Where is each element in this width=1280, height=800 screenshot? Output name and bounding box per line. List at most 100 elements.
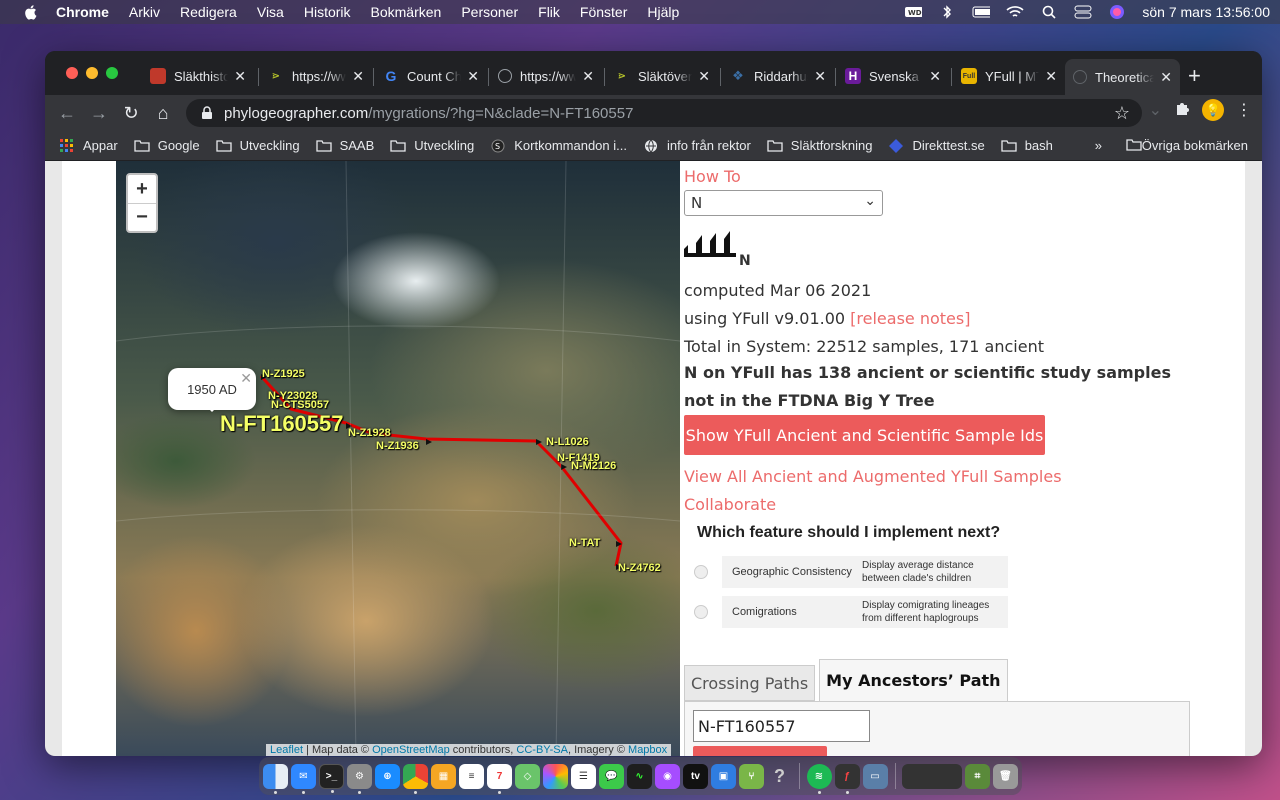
tab-yfull-mtree[interactable]: Full YFull | MTree ✕ xyxy=(953,61,1065,91)
menu-personer[interactable]: Personer xyxy=(461,4,518,20)
submit-clade-button[interactable] xyxy=(693,746,827,756)
tab-https-1[interactable]: ⋗ https://www ✕ xyxy=(260,61,372,91)
clade-label[interactable]: N-L1026 xyxy=(546,436,589,448)
clade-label[interactable]: N-M2126 xyxy=(571,460,616,472)
menu-app-name[interactable]: Chrome xyxy=(56,4,109,20)
openstreetmap-link[interactable]: OpenStreetMap xyxy=(372,744,450,756)
address-bar[interactable]: phylogeographer.com/mygrations/?hg=N&cla… xyxy=(186,99,1142,127)
screen-sharing-icon[interactable]: ▭ xyxy=(862,763,888,789)
finder-icon[interactable] xyxy=(263,763,288,794)
tab-slaktoversikt[interactable]: ⋗ Släktöversikt ✕ xyxy=(606,61,718,91)
poll-radio[interactable] xyxy=(694,605,708,619)
tab-slakthistoria[interactable]: Släkthistoria ✕ xyxy=(142,61,254,91)
chrome-menu-icon[interactable]: ⋮ xyxy=(1236,100,1252,120)
close-tab-icon[interactable]: ✕ xyxy=(698,68,710,85)
haplogroup-select[interactable]: N ⌄ xyxy=(684,190,883,216)
menu-historik[interactable]: Historik xyxy=(304,4,351,20)
menubar-datetime[interactable]: sön 7 mars 13:56:00 xyxy=(1142,4,1270,20)
bookmark-info-fran-rektor[interactable]: info från rektor xyxy=(643,138,751,153)
system-preferences-icon[interactable]: ⚙ xyxy=(347,763,372,794)
mapbox-link[interactable]: Mapbox xyxy=(628,744,667,756)
zoom-out-button[interactable]: − xyxy=(128,203,156,231)
photos-icon[interactable] xyxy=(543,763,568,789)
messages-icon[interactable]: 💬 xyxy=(599,763,624,789)
new-tab-button[interactable]: + xyxy=(1188,63,1201,89)
mail-icon[interactable]: ✉ xyxy=(291,763,316,794)
close-tab-icon[interactable]: ✕ xyxy=(467,68,479,85)
migration-map[interactable]: + − 1950 AD ✕ N-Z1925 N-Y23028 N-CTS5057… xyxy=(116,161,680,756)
zoom-in-button[interactable]: + xyxy=(128,175,156,203)
close-popup-icon[interactable]: ✕ xyxy=(240,370,252,387)
bookmark-saab[interactable]: SAAB xyxy=(315,138,374,153)
tab-https-2[interactable]: https://www ✕ xyxy=(490,61,602,91)
reminders-icon[interactable]: ☰ xyxy=(571,763,596,789)
minimize-window-button[interactable] xyxy=(86,67,98,79)
bookmark-utveckling-2[interactable]: Utveckling xyxy=(390,138,474,153)
bookmark-appar[interactable]: Appar xyxy=(59,138,118,153)
filezilla-icon[interactable]: ƒ xyxy=(834,763,860,794)
tab-riddarhuset[interactable]: ❖ Riddarhuset ✕ xyxy=(722,61,834,91)
bookmark-google[interactable]: Google xyxy=(134,138,200,153)
bookmark-kortkommandon[interactable]: S Kortkommandon i... xyxy=(490,138,627,153)
clade-input[interactable]: N-FT160557 xyxy=(693,710,870,742)
poll-radio[interactable] xyxy=(694,565,708,579)
help-icon[interactable]: ? xyxy=(767,764,792,789)
leaflet-link[interactable]: Leaflet xyxy=(270,744,303,756)
notes-icon[interactable]: ≡ xyxy=(459,763,484,789)
extensions-puzzle-icon[interactable] xyxy=(1174,100,1190,121)
bookmark-utveckling-1[interactable]: Utveckling xyxy=(215,138,300,153)
poll-option-card[interactable]: Comigrations Display comigrating lineage… xyxy=(722,596,1008,628)
maps-icon[interactable]: ◇ xyxy=(515,763,540,789)
close-window-button[interactable] xyxy=(66,67,78,79)
terminal-icon[interactable]: >_ xyxy=(319,763,344,793)
sourcetree-icon[interactable]: ⑂ xyxy=(739,763,764,789)
tab-svenska[interactable]: H Svenska ✕ xyxy=(837,61,949,91)
home-icon[interactable]: ⌂ xyxy=(147,97,179,129)
reload-icon[interactable]: ↻ xyxy=(115,97,147,129)
clade-label[interactable]: N-Z1936 xyxy=(376,440,419,452)
apple-icon[interactable] xyxy=(22,3,40,21)
license-link[interactable]: CC-BY-SA xyxy=(516,744,568,756)
tab-count-characters[interactable]: G Count Characters ✕ xyxy=(375,61,487,91)
menu-redigera[interactable]: Redigera xyxy=(180,4,237,20)
close-tab-icon[interactable]: ✕ xyxy=(352,68,364,85)
clade-label[interactable]: N-Z4762 xyxy=(618,562,661,574)
back-arrow-icon[interactable]: ← xyxy=(51,97,83,129)
spotify-icon[interactable]: ≋ xyxy=(806,763,832,794)
clade-label[interactable]: N-Z1925 xyxy=(262,368,305,380)
tab-search-icon[interactable]: ⌄ xyxy=(1149,100,1162,120)
wd-drive-icon[interactable]: WD xyxy=(904,4,923,20)
chrome-icon[interactable] xyxy=(403,763,428,794)
close-tab-icon[interactable]: ✕ xyxy=(1045,68,1057,85)
close-tab-icon[interactable]: ✕ xyxy=(1160,69,1172,86)
bookmark-bash[interactable]: bash xyxy=(1001,138,1053,153)
show-sample-ids-button[interactable]: Show YFull Ancient and Scientific Sample… xyxy=(684,415,1045,455)
other-bookmarks[interactable]: Övriga bokmärken xyxy=(1126,138,1248,154)
lock-icon[interactable] xyxy=(200,106,214,120)
clade-label[interactable]: N-CTS5057 xyxy=(271,399,329,411)
apple-tv-icon[interactable]: tv xyxy=(683,763,708,789)
fullscreen-window-button[interactable] xyxy=(106,67,118,79)
view-all-samples-link[interactable]: View All Ancient and Augmented YFull Sam… xyxy=(684,467,1062,486)
podcasts-icon[interactable]: ◉ xyxy=(655,763,680,789)
clade-label-current[interactable]: N-FT160557 xyxy=(220,411,344,437)
menu-flik[interactable]: Flik xyxy=(538,4,560,20)
poll-option-card[interactable]: Geographic Consistency Display average d… xyxy=(722,556,1008,588)
collaborate-link[interactable]: Collaborate xyxy=(684,495,776,514)
profile-avatar[interactable]: 💡 xyxy=(1202,99,1224,121)
trash-icon[interactable]: 🗑 xyxy=(993,763,1018,789)
bookmark-slaktforskning[interactable]: Släktforskning xyxy=(767,138,872,153)
poll-option-comigrations[interactable]: Comigrations Display comigrating lineage… xyxy=(690,596,1008,628)
preview-icon[interactable]: ▣ xyxy=(711,763,736,789)
calendar-icon[interactable]: 7 xyxy=(487,763,512,794)
clade-label[interactable]: N-TAT xyxy=(569,537,600,549)
close-tab-icon[interactable]: ✕ xyxy=(234,68,246,85)
release-notes-link[interactable]: [release notes] xyxy=(850,309,970,328)
bookmark-star-icon[interactable]: ☆ xyxy=(1114,103,1130,124)
control-center-icon[interactable] xyxy=(1074,4,1092,20)
wifi-icon[interactable] xyxy=(1006,4,1024,20)
menu-hjalp[interactable]: Hjälp xyxy=(647,4,679,20)
tab-crossing-paths[interactable]: Crossing Paths xyxy=(684,665,816,701)
forward-arrow-icon[interactable]: → xyxy=(83,97,115,129)
poll-option-geographic-consistency[interactable]: Geographic Consistency Display average d… xyxy=(690,556,1008,588)
